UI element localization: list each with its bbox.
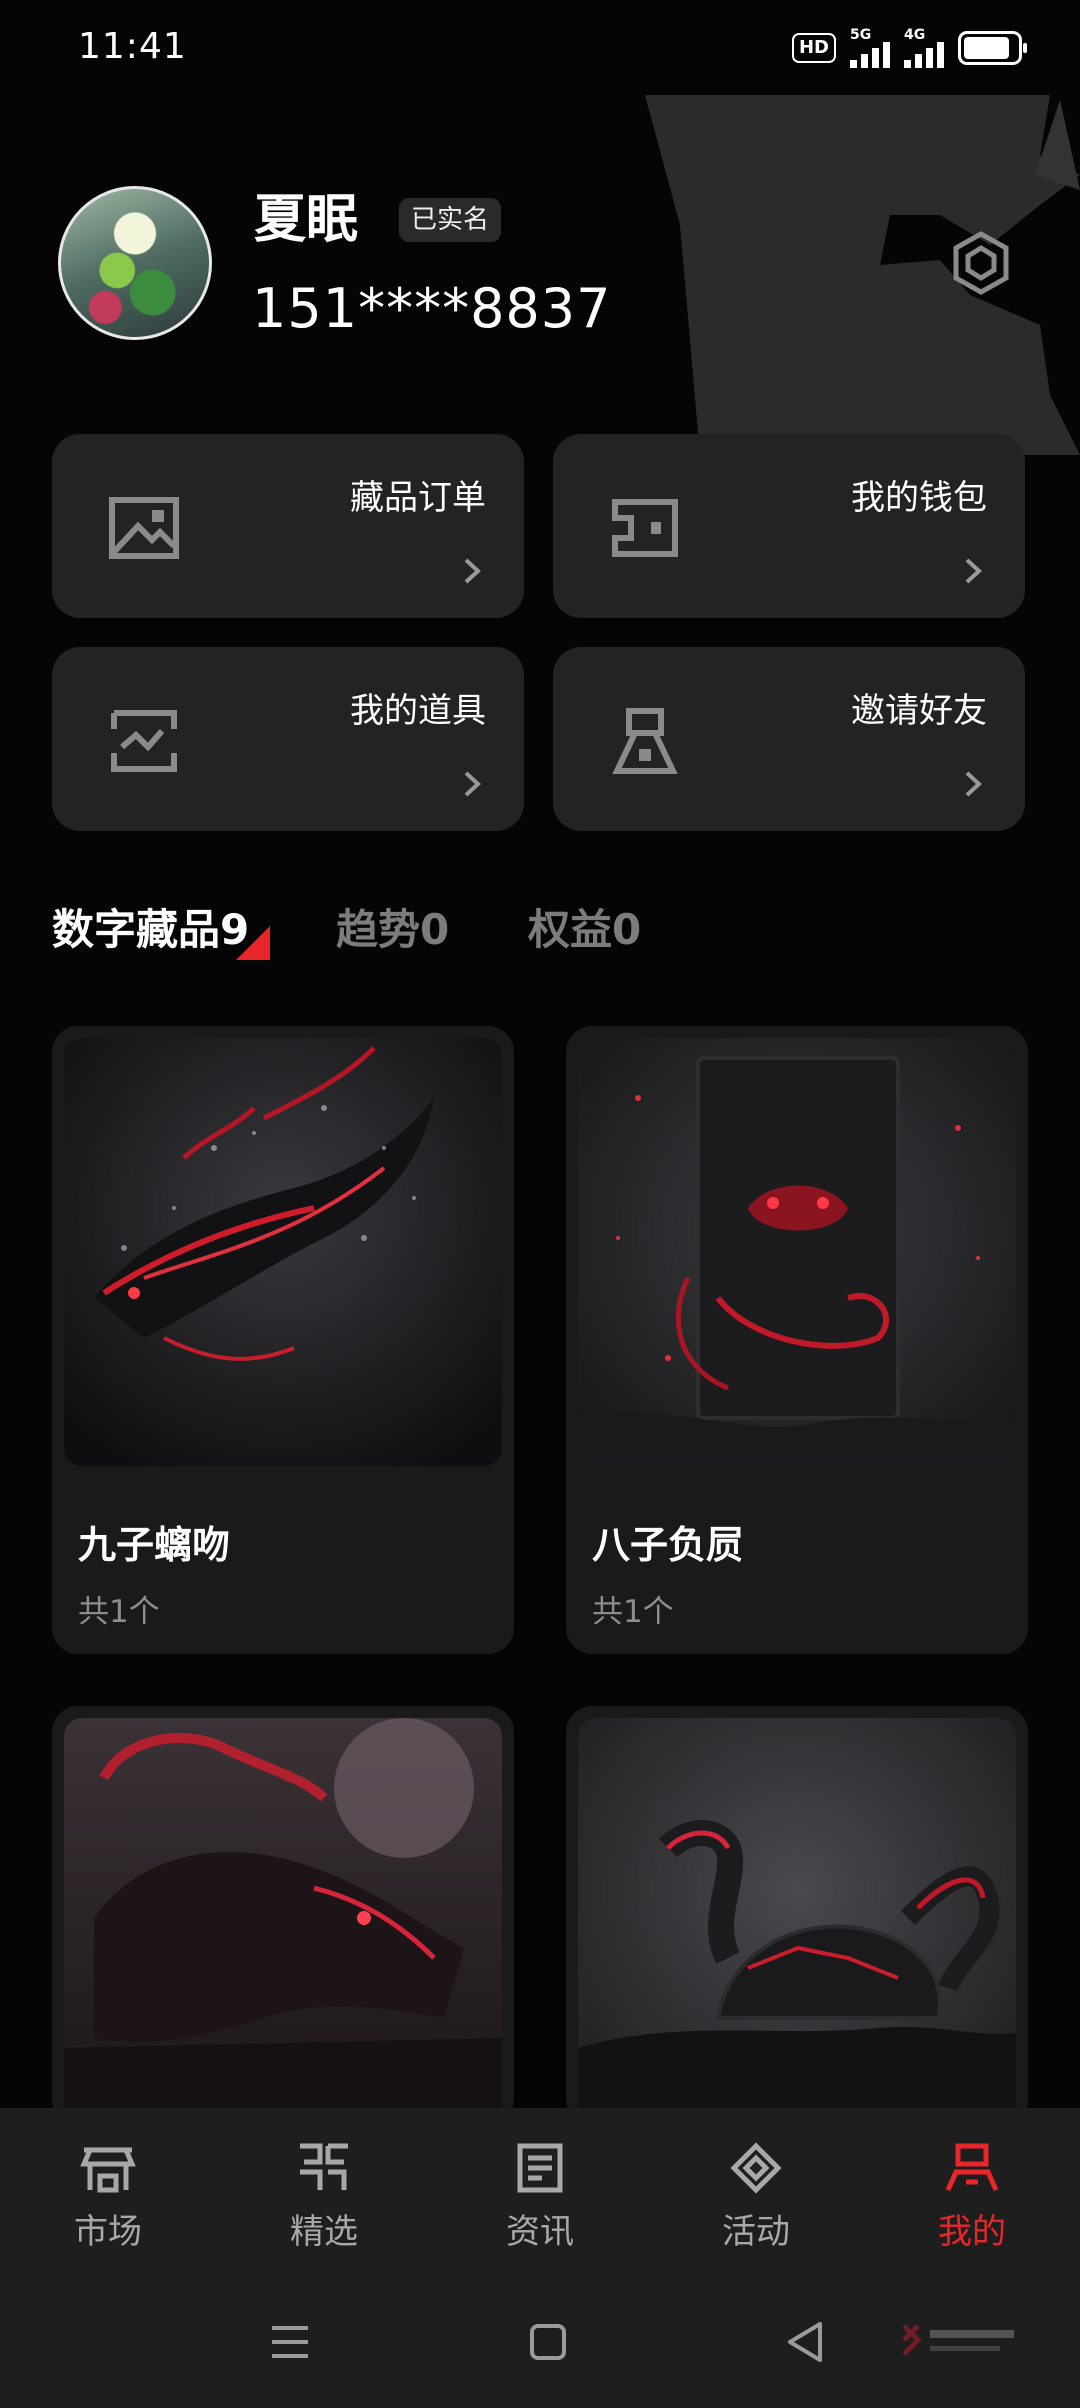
card-my-wallet[interactable]: 我的钱包 [553,434,1025,618]
brand-watermark-icon [645,95,1080,455]
active-tab-indicator [236,926,270,960]
status-bar: 11:41 HD 5G 4G [0,0,1080,96]
collection-card[interactable] [566,1706,1028,2126]
news-icon [517,2143,563,2193]
status-icons: HD 5G 4G [791,28,1027,68]
verified-badge: 已实名 [399,198,502,242]
chevron-right-icon [965,558,982,584]
card-label: 我的道具 [350,691,486,731]
menu-icon[interactable] [262,2314,318,2370]
status-time: 11:41 [78,26,187,67]
collection-image-stele-dragon [578,1038,1016,1466]
nav-activity[interactable]: 活动 [676,2108,836,2276]
collection-name: 八子负屃 [592,1523,745,1567]
profile-icon [945,2143,999,2192]
tab-digital-collections[interactable]: 数字藏品9 [52,900,249,960]
collection-image-dragon-fish [64,1038,502,1466]
community-watermark-icon [902,2324,1014,2356]
card-label: 藏品订单 [350,478,486,518]
bottom-nav: 市场 精选 资讯 活动 我的 [0,2108,1080,2276]
card-collection-orders[interactable]: 藏品订单 [52,434,524,618]
tab-rights[interactable]: 权益0 [528,900,641,960]
featured-icon [300,2143,348,2190]
home-icon[interactable] [520,2314,576,2370]
collection-image-turtle-dragon [578,1718,1016,2126]
collection-card[interactable]: 九子螭吻 共1个 [52,1026,514,1654]
collection-image-beast [64,1718,502,2126]
image-icon [109,497,179,559]
collection-count: 共1个 [592,1594,674,1630]
collection-name: 九子螭吻 [78,1523,231,1567]
collection-card[interactable]: 八子负屃 共1个 [566,1026,1028,1654]
invite-icon [612,708,678,774]
nav-profile[interactable]: 我的 [892,2108,1052,2276]
nav-featured[interactable]: 精选 [244,2108,404,2276]
user-name: 夏眠 [254,190,359,250]
activity-icon [730,2142,782,2194]
card-label: 邀请好友 [851,691,987,731]
tab-trends[interactable]: 趋势0 [336,900,449,960]
hd-voice-icon: HD [791,33,836,63]
signal-4g-icon: 4G [904,28,944,68]
collection-count: 共1个 [78,1594,160,1630]
back-icon[interactable] [778,2314,834,2370]
settings-icon[interactable] [948,230,1014,296]
battery-icon [958,31,1027,65]
card-label: 我的钱包 [851,478,987,518]
phone-number: 151****8837 [252,277,612,340]
market-icon [80,2147,136,2193]
nav-news[interactable]: 资讯 [460,2108,620,2276]
chevron-right-icon [965,771,982,797]
card-my-props[interactable]: 我的道具 [52,647,524,831]
chevron-right-icon [464,558,481,584]
collection-card[interactable] [52,1706,514,2126]
nav-market[interactable]: 市场 [28,2108,188,2276]
avatar[interactable] [58,186,212,340]
props-icon [111,710,177,772]
card-invite-friends[interactable]: 邀请好友 [553,647,1025,831]
wallet-icon [612,499,678,557]
signal-5g-icon: 5G [850,28,890,68]
chevron-right-icon [464,771,481,797]
